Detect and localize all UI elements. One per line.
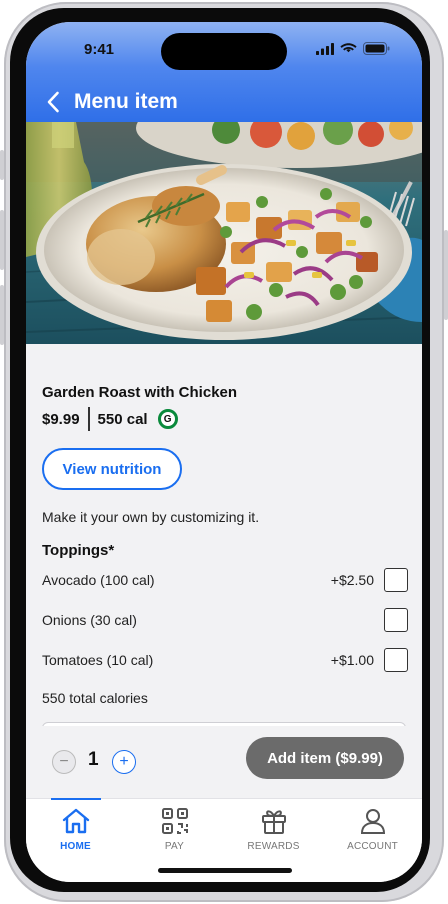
- quantity-value: 1: [88, 749, 99, 770]
- topping-row-tomatoes: Tomatoes (10 cal) +$1.00: [42, 648, 408, 672]
- topping-price: +$1.00: [330, 652, 374, 668]
- home-indicator: [158, 868, 292, 873]
- view-nutrition-button[interactable]: View nutrition: [42, 448, 182, 490]
- active-tab-indicator: [51, 798, 101, 800]
- item-price: $9.99: [42, 410, 80, 428]
- item-name: Garden Roast with Chicken: [42, 384, 238, 401]
- home-icon: [60, 805, 92, 837]
- tab-label: ACCOUNT: [347, 841, 398, 852]
- add-item-button[interactable]: Add item ($9.99): [246, 737, 404, 779]
- tomatoes-checkbox[interactable]: [384, 648, 408, 672]
- back-button[interactable]: [42, 90, 64, 114]
- price-row: $9.99 550 cal G: [42, 407, 178, 431]
- phone-power-button: [444, 230, 448, 320]
- tab-account[interactable]: ACCOUNT: [323, 799, 422, 859]
- gift-icon: [258, 805, 290, 837]
- item-photo: [26, 122, 422, 344]
- status-icons: [316, 42, 390, 60]
- plus-icon: +: [119, 753, 129, 770]
- price-divider: [87, 407, 90, 431]
- app-screen: 9:41 Menu item Garden Roast with Chicken…: [26, 22, 422, 882]
- add-to-order-bar: − 1 + Add item ($9.99): [26, 726, 422, 798]
- quantity-increase-button[interactable]: +: [112, 750, 136, 774]
- wifi-icon: [340, 42, 357, 60]
- tab-label: REWARDS: [247, 841, 300, 852]
- status-time: 9:41: [84, 41, 115, 58]
- topping-name: Tomatoes (10 cal): [42, 652, 154, 668]
- topping-row-onions: Onions (30 cal): [42, 608, 408, 632]
- cellular-signal-icon: [316, 42, 334, 60]
- phone-mute-switch: [0, 150, 4, 180]
- tab-home[interactable]: HOME: [26, 798, 125, 859]
- page-title: Menu item: [74, 90, 178, 113]
- chevron-left-icon: [47, 91, 59, 113]
- avocado-checkbox[interactable]: [384, 568, 408, 592]
- tab-label: HOME: [60, 841, 91, 852]
- qr-code-icon: [159, 805, 191, 837]
- toppings-title: Toppings*: [42, 542, 115, 559]
- item-calories: 550 cal: [97, 410, 148, 428]
- onions-checkbox[interactable]: [384, 608, 408, 632]
- topping-name: Avocado (100 cal): [42, 572, 155, 588]
- battery-icon: [363, 42, 390, 60]
- app-header: 9:41 Menu item: [26, 22, 422, 122]
- topping-row-avocado: Avocado (100 cal) +$2.50: [42, 568, 408, 592]
- phone-volume-up: [0, 210, 4, 270]
- item-details: Garden Roast with Chicken $9.99 550 cal …: [26, 344, 422, 726]
- quantity-decrease-button[interactable]: −: [52, 750, 76, 774]
- phone-volume-down: [0, 285, 4, 345]
- total-calories: 550 total calories: [42, 690, 148, 706]
- customize-text: Make it your own by customizing it.: [42, 509, 260, 525]
- topping-name: Onions (30 cal): [42, 612, 137, 628]
- tab-label: PAY: [164, 841, 185, 852]
- tab-pay[interactable]: PAY: [125, 799, 224, 859]
- tab-rewards[interactable]: REWARDS: [224, 799, 323, 859]
- topping-price: +$2.50: [330, 572, 374, 588]
- minus-icon: −: [59, 753, 69, 770]
- dynamic-island: [161, 33, 287, 70]
- user-icon: [357, 805, 389, 837]
- g-badge-icon: G: [157, 409, 178, 429]
